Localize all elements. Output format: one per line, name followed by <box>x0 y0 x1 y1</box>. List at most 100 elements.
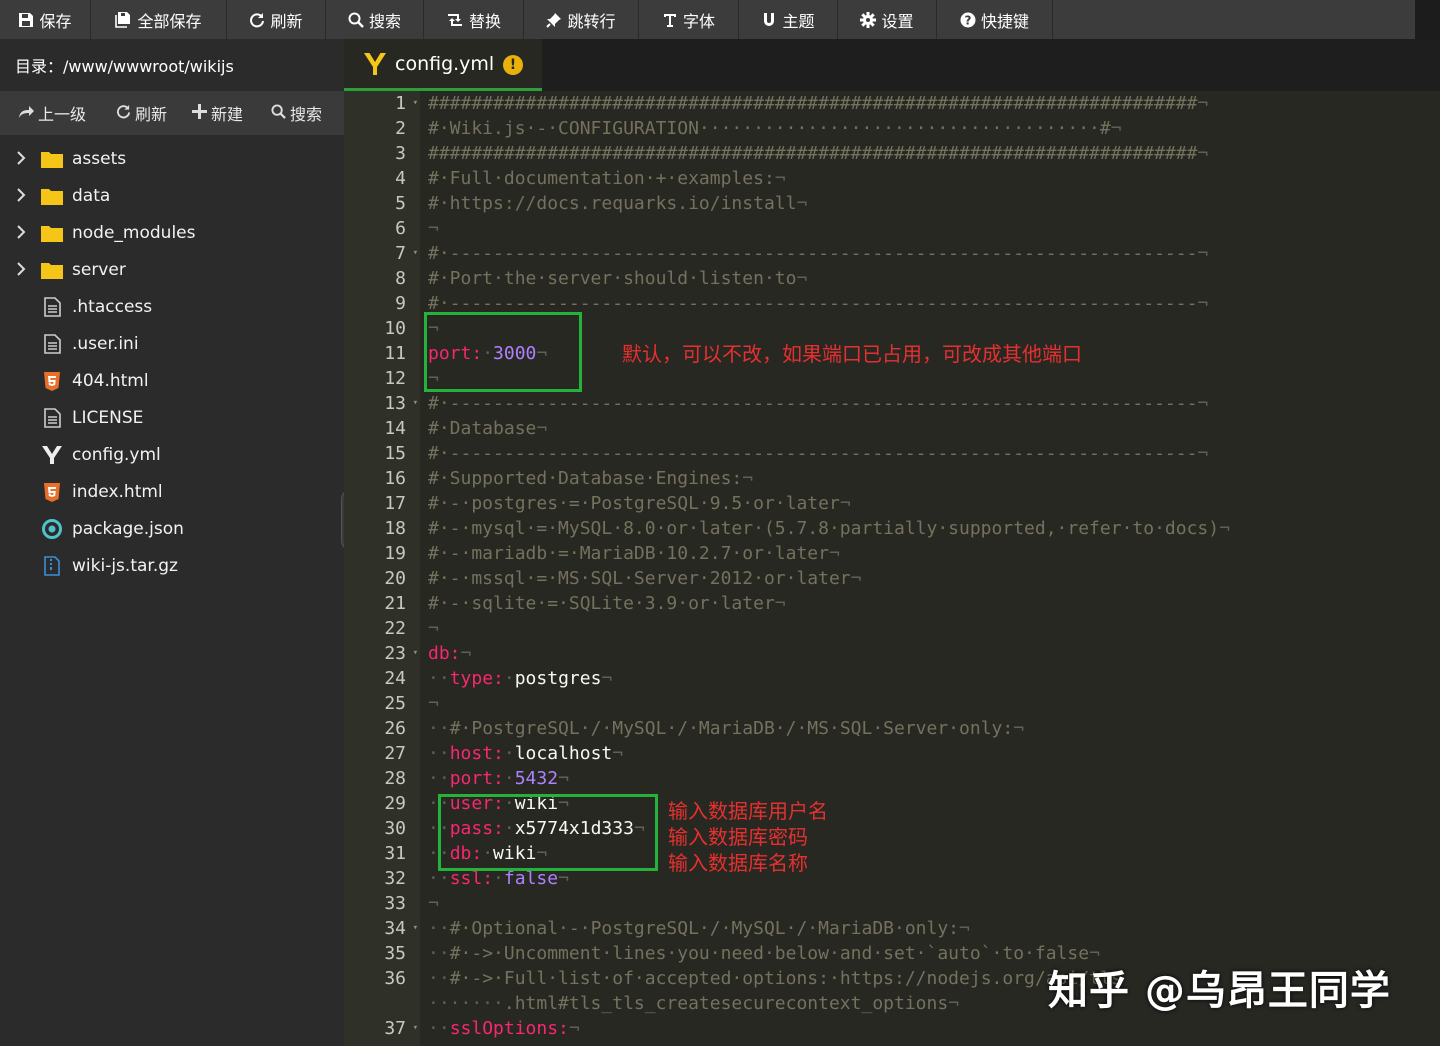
code-token: ¬ <box>1197 293 1209 314</box>
fold-arrow-icon[interactable]: ▾ <box>413 1016 418 1041</box>
save-label: 保存 <box>39 11 72 31</box>
folder-item-assets[interactable]: assets <box>0 141 344 178</box>
line-number-text: 27 <box>384 743 406 764</box>
code-token: .html#tls_tls_createsecurecontext_option… <box>503 993 949 1014</box>
shortcuts-label: 快捷键 <box>980 11 1029 31</box>
file-item-htaccess[interactable]: .htaccess <box>0 289 344 326</box>
folder-item-data[interactable]: data <box>0 178 344 215</box>
fold-arrow-icon[interactable]: ▾ <box>413 391 418 416</box>
code-line: #·Port·the·server·should·listen·to¬ <box>428 266 807 291</box>
code-token: ¬ <box>536 418 548 439</box>
code-token: ¬ <box>1219 518 1230 539</box>
line-number: 26 <box>346 716 406 741</box>
code-token: ¬ <box>1197 143 1209 164</box>
new-file-button[interactable]: 新建 <box>192 101 243 125</box>
refresh-icon <box>116 104 131 123</box>
line-number: 6 <box>346 216 406 241</box>
json-icon <box>41 518 63 540</box>
settings-button[interactable]: 设置 <box>838 0 937 39</box>
code-token: ¬ <box>828 543 840 564</box>
folder-icon <box>41 185 63 207</box>
pin-icon <box>546 12 562 28</box>
sidebar-refresh-button[interactable]: 刷新 <box>116 101 167 125</box>
code-token: ¬ <box>1013 718 1025 739</box>
folder-icon <box>41 222 63 244</box>
code-token: ¬ <box>1110 118 1122 139</box>
code-line: ¬ <box>428 891 439 916</box>
code-token: #·-·postgres·=·PostgreSQL·9.5·or·later <box>428 493 840 514</box>
gear-icon <box>860 11 877 28</box>
file-item-package-json[interactable]: package.json <box>0 511 344 548</box>
line-number: 25 <box>346 691 406 716</box>
chevron-right-icon[interactable] <box>16 224 26 244</box>
code-token: 5432 <box>514 768 559 789</box>
text-icon <box>662 12 678 28</box>
font-button[interactable]: 字体 <box>639 0 739 39</box>
save-button[interactable]: 保存 <box>0 0 91 39</box>
line-number-text: 5 <box>395 193 406 214</box>
code-token: ¬ <box>774 593 786 614</box>
file-item-index-html[interactable]: index.html <box>0 474 344 511</box>
goto-line-button[interactable]: 跳转行 <box>524 0 639 39</box>
refresh-icon <box>249 12 265 28</box>
line-number-text: 19 <box>384 543 406 564</box>
folder-item-server[interactable]: server <box>0 252 344 289</box>
file-item-wiki-js-tar-gz[interactable]: wiki-js.tar.gz <box>0 548 344 585</box>
file-item-user-ini[interactable]: .user.ini <box>0 326 344 363</box>
file-item-license[interactable]: LICENSE <box>0 400 344 437</box>
code-token: ¬ <box>1197 443 1209 464</box>
line-number: 1 ▾ <box>346 91 418 116</box>
code-token: ·· <box>428 918 450 939</box>
document-icon <box>41 296 63 318</box>
code-editor[interactable]: 1 ▾ 2 3 4 5 6 7 ▾ 8 9 10 11 12 13 ▾ 14 15 16 17 18 19 20 21 22 23… <box>344 91 1440 1046</box>
code-line: ··#·PostgreSQL·/·MySQL·/·MariaDB·/·MS·SQ… <box>428 716 1024 741</box>
refresh-button[interactable]: 刷新 <box>227 0 326 39</box>
fold-arrow-icon[interactable]: ▾ <box>413 241 418 266</box>
chevron-right-icon[interactable] <box>16 261 26 281</box>
file-name: wiki-js.tar.gz <box>72 556 178 576</box>
code-line: ########################################… <box>428 141 1208 166</box>
file-item-404-html[interactable]: 404.html <box>0 363 344 400</box>
fold-arrow-icon[interactable]: ▾ <box>413 91 418 116</box>
line-number-text: 10 <box>384 318 406 339</box>
file-name: server <box>72 260 126 280</box>
tab-config-yml[interactable]: config.yml ! <box>344 39 542 91</box>
code-token: #·--------------------------------------… <box>428 443 1198 464</box>
replace-label: 替换 <box>468 11 501 31</box>
code-token: ¬ <box>1197 243 1209 264</box>
up-level-button[interactable]: 上一级 <box>18 101 86 125</box>
toolbar-filler <box>1053 0 1415 39</box>
line-number: 31 <box>346 841 406 866</box>
line-number: 20 <box>346 566 406 591</box>
file-name: package.json <box>72 519 184 539</box>
line-number-text: 30 <box>384 818 406 839</box>
sidebar-search-label: 搜索 <box>290 105 323 124</box>
folder-item-node-modules[interactable]: node_modules <box>0 215 344 252</box>
code-token: ¬ <box>850 568 862 589</box>
sidebar-search-button[interactable]: 搜索 <box>271 101 322 125</box>
chevron-right-icon[interactable] <box>16 187 26 207</box>
save-all-button[interactable]: 全部保存 <box>91 0 227 39</box>
replace-button[interactable]: 替换 <box>424 0 524 39</box>
port-annotation: 默认，可以不改，如果端口已占用，可改成其他端口 <box>622 342 1082 366</box>
replace-icon <box>446 12 464 28</box>
line-number: 18 <box>346 516 406 541</box>
file-item-config-yml[interactable]: config.yml <box>0 437 344 474</box>
theme-button[interactable]: 主题 <box>739 0 838 39</box>
shortcuts-button[interactable]: ? 快捷键 <box>937 0 1053 39</box>
code-token: ·· <box>428 718 450 739</box>
line-number-text: 12 <box>384 368 406 389</box>
fold-arrow-icon[interactable]: ▾ <box>413 641 418 666</box>
code-line: #·-·mysql·=·MySQL·8.0·or·later·(5.7.8·pa… <box>428 516 1230 541</box>
line-number: 3 <box>346 141 406 166</box>
warning-icon: ! <box>503 55 523 75</box>
tab-label: config.yml <box>395 53 495 75</box>
code-token: ·· <box>428 943 450 964</box>
line-number-text: 14 <box>384 418 406 439</box>
code-token: ¬ <box>839 493 851 514</box>
chevron-right-icon[interactable] <box>16 150 26 170</box>
code-line: ··host:·localhost¬ <box>428 741 623 766</box>
search-button[interactable]: 搜索 <box>326 0 424 39</box>
line-number: 4 <box>346 166 406 191</box>
fold-arrow-icon[interactable]: ▾ <box>413 916 418 941</box>
